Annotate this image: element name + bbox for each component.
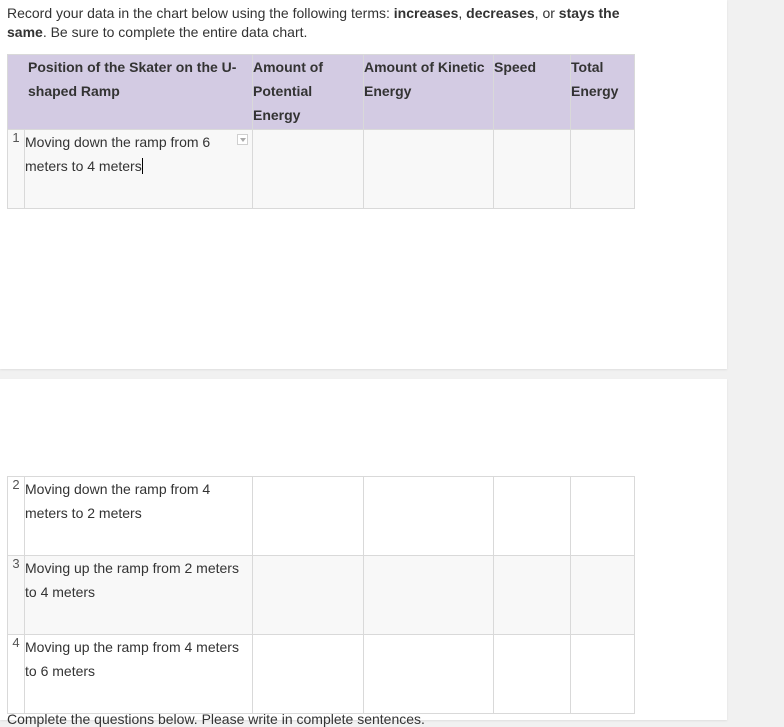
data-chart-table-continued: 2 Moving down the ramp from 4 meters to … bbox=[7, 476, 635, 714]
header-kinetic-energy: Amount of Kinetic Energy bbox=[363, 54, 494, 130]
header-speed: Speed bbox=[493, 54, 571, 130]
dropdown-arrow-icon[interactable] bbox=[237, 134, 248, 145]
row-number: 1 bbox=[7, 129, 25, 209]
position-cell[interactable]: Moving up the ramp from 4 meters to 6 me… bbox=[24, 634, 253, 714]
potential-energy-cell[interactable] bbox=[252, 129, 364, 209]
speed-cell[interactable] bbox=[493, 634, 571, 714]
potential-energy-cell[interactable] bbox=[252, 634, 364, 714]
term-increases: increases bbox=[393, 5, 459, 21]
instructions-text: Record your data in the chart below usin… bbox=[7, 5, 620, 40]
row-number: 2 bbox=[7, 476, 25, 556]
position-cell[interactable]: Moving down the ramp from 4 meters to 2 … bbox=[24, 476, 253, 556]
table-row: 1 Moving down the ramp from 6 meters to … bbox=[7, 129, 635, 209]
total-energy-cell[interactable] bbox=[570, 476, 635, 556]
table-row: 3 Moving up the ramp from 2 meters to 4 … bbox=[7, 555, 635, 635]
kinetic-energy-cell[interactable] bbox=[363, 555, 494, 635]
table-header-row: Position of the Skater on the U-shaped R… bbox=[7, 54, 635, 130]
kinetic-energy-cell[interactable] bbox=[363, 476, 494, 556]
data-chart-table: Position of the Skater on the U-shaped R… bbox=[7, 54, 635, 209]
total-energy-cell[interactable] bbox=[570, 555, 635, 635]
header-position: Position of the Skater on the U-shaped R… bbox=[7, 54, 253, 130]
kinetic-energy-cell[interactable] bbox=[363, 634, 494, 714]
potential-energy-cell[interactable] bbox=[252, 476, 364, 556]
total-energy-cell[interactable] bbox=[570, 634, 635, 714]
position-cell[interactable]: Moving down the ramp from 6 meters to 4 … bbox=[24, 129, 253, 209]
term-decreases: decreases bbox=[466, 5, 535, 21]
header-potential-energy: Amount of Potential Energy bbox=[252, 54, 364, 130]
header-total-energy: Total Energy bbox=[570, 54, 635, 130]
speed-cell[interactable] bbox=[493, 555, 571, 635]
row-number: 4 bbox=[7, 634, 25, 714]
row-number: 3 bbox=[7, 555, 25, 635]
potential-energy-cell[interactable] bbox=[252, 555, 364, 635]
table-row: 4 Moving up the ramp from 4 meters to 6 … bbox=[7, 634, 635, 714]
speed-cell[interactable] bbox=[493, 476, 571, 556]
kinetic-energy-cell[interactable] bbox=[363, 129, 494, 209]
text-cursor bbox=[141, 158, 143, 174]
speed-cell[interactable] bbox=[493, 129, 571, 209]
table-row: 2 Moving down the ramp from 4 meters to … bbox=[7, 476, 635, 556]
document-page-2: 2 Moving down the ramp from 4 meters to … bbox=[0, 379, 727, 727]
document-page-1: Record your data in the chart below usin… bbox=[0, 0, 727, 369]
position-cell[interactable]: Moving up the ramp from 2 meters to 4 me… bbox=[24, 555, 253, 635]
total-energy-cell[interactable] bbox=[570, 129, 635, 209]
questions-instruction: Complete the questions below. Please wri… bbox=[7, 711, 425, 727]
